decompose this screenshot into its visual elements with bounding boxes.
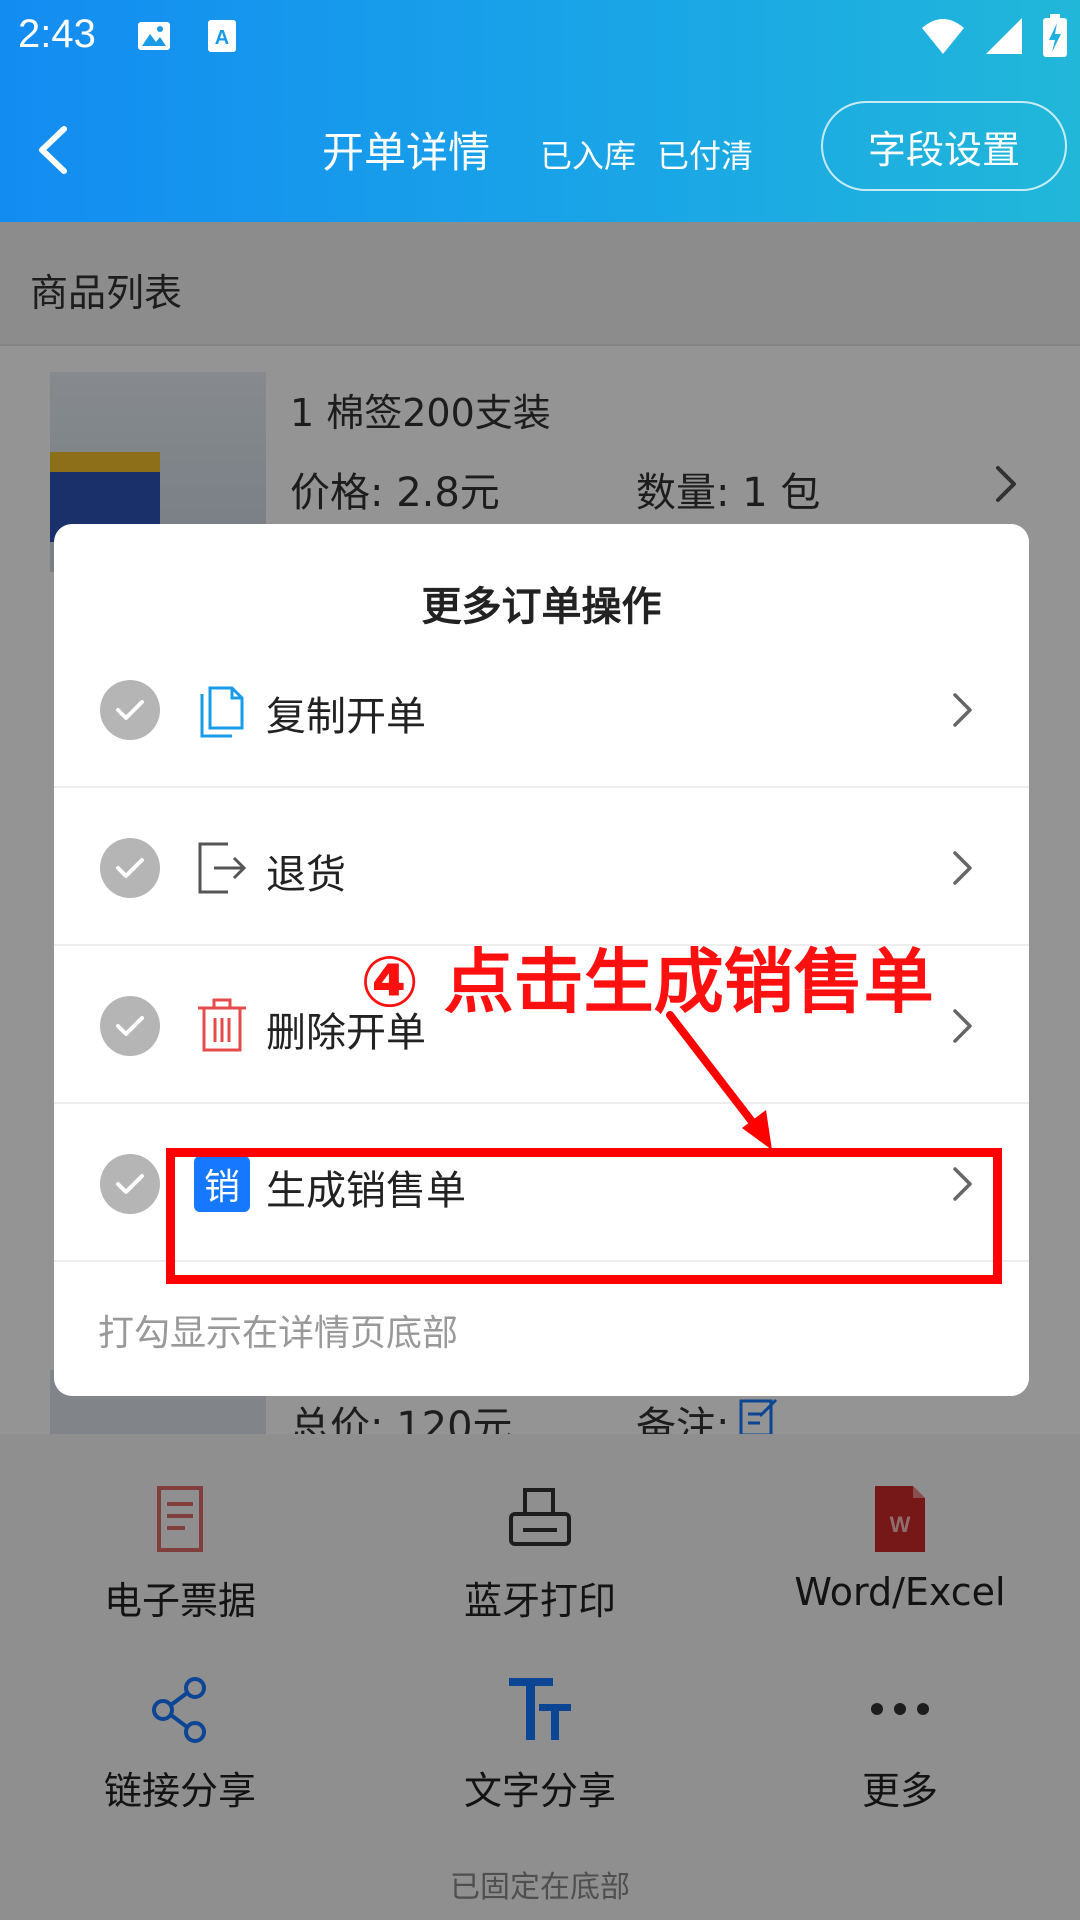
check-toggle[interactable]: [100, 1154, 160, 1214]
check-toggle[interactable]: [100, 680, 160, 740]
dialog-footer-note: 打勾显示在详情页底部: [98, 1313, 459, 1354]
menu-item-return[interactable]: 退货: [54, 788, 1029, 946]
page-title: 开单详情: [322, 128, 491, 177]
status-icons: [920, 14, 1068, 58]
check-toggle[interactable]: [100, 996, 160, 1056]
check-icon: [116, 1174, 144, 1194]
image-notification-icon: [138, 22, 170, 50]
menu-item-copy-order[interactable]: 复制开单: [54, 630, 1029, 788]
back-icon[interactable]: [30, 115, 80, 185]
svg-text:A: A: [215, 27, 229, 49]
app-header: 2:43 A 开单详情 已入库 已付清 字段设置: [0, 0, 1080, 222]
check-toggle[interactable]: [100, 838, 160, 898]
annotation-highlight-box: [166, 1148, 1002, 1284]
check-icon: [116, 858, 144, 878]
menu-item-label: 复制开单: [266, 694, 426, 740]
status-bar: 2:43 A: [0, 0, 1080, 75]
check-icon: [116, 700, 144, 720]
chevron-right-icon: [953, 693, 972, 727]
paid-status-badge: 已付清: [657, 137, 754, 175]
menu-item-label: 退货: [266, 852, 346, 898]
chevron-right-icon: [953, 851, 972, 885]
signal-icon: [986, 18, 1022, 54]
check-icon: [116, 1016, 144, 1036]
copy-icon: [200, 686, 244, 738]
status-time: 2:43: [18, 12, 96, 56]
app-notification-icon: A: [208, 20, 236, 52]
trash-icon: [198, 998, 246, 1052]
dialog-title: 更多订单操作: [421, 584, 662, 630]
field-settings-button[interactable]: 字段设置: [821, 101, 1067, 191]
chevron-right-icon: [953, 1009, 972, 1043]
return-icon: [198, 842, 247, 894]
nav-bar: 开单详情 已入库 已付清 字段设置: [0, 75, 1080, 222]
annotation-text: ④ 点击生成销售单: [360, 941, 934, 1023]
annotation-arrow-icon: [666, 1011, 772, 1150]
battery-icon: [1043, 14, 1067, 57]
wifi-icon: [922, 19, 964, 54]
stock-status-badge: 已入库: [540, 137, 637, 175]
